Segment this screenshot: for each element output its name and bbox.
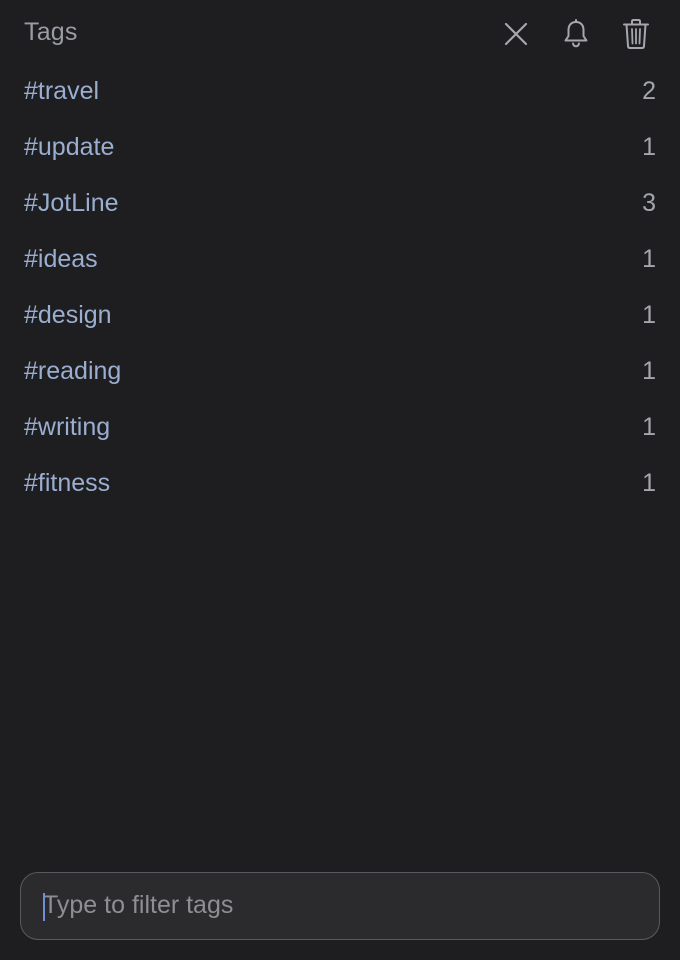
tag-row-travel[interactable]: #travel 2: [0, 66, 680, 122]
trash-icon: [623, 19, 649, 49]
tag-name: #fitness: [24, 469, 111, 497]
tag-row-update[interactable]: #update 1: [0, 122, 680, 178]
tags-header: Tags: [0, 0, 680, 66]
tag-count: 1: [642, 301, 656, 329]
tag-name: #writing: [24, 413, 111, 441]
text-caret: [43, 893, 45, 921]
tag-list: #travel 2 #update 1 #JotLine 3 #ideas 1 …: [0, 66, 680, 514]
tag-name: #reading: [24, 357, 122, 385]
notifications-button[interactable]: [556, 14, 596, 54]
tag-count: 1: [642, 133, 656, 161]
tag-row-ideas[interactable]: #ideas 1: [0, 234, 680, 290]
tag-count: 3: [642, 189, 656, 217]
tag-count: 1: [642, 357, 656, 385]
delete-button[interactable]: [616, 14, 656, 54]
tag-row-fitness[interactable]: #fitness 1: [0, 458, 680, 514]
tag-count: 1: [642, 469, 656, 497]
tag-count: 2: [642, 77, 656, 105]
tag-row-jotline[interactable]: #JotLine 3: [0, 178, 680, 234]
tag-row-reading[interactable]: #reading 1: [0, 346, 680, 402]
tag-filter-input[interactable]: [43, 873, 639, 938]
panel-title: Tags: [24, 18, 78, 46]
tag-row-design[interactable]: #design 1: [0, 290, 680, 346]
tag-name: #JotLine: [24, 189, 119, 217]
tag-name: #travel: [24, 77, 100, 105]
close-button[interactable]: [496, 14, 536, 54]
tag-name: #ideas: [24, 245, 98, 273]
tag-count: 1: [642, 245, 656, 273]
tag-count: 1: [642, 413, 656, 441]
tag-name: #update: [24, 133, 115, 161]
close-icon: [504, 22, 528, 46]
filter-box: [20, 872, 660, 940]
tag-row-writing[interactable]: #writing 1: [0, 402, 680, 458]
tag-name: #design: [24, 301, 112, 329]
bell-icon: [564, 19, 588, 48]
